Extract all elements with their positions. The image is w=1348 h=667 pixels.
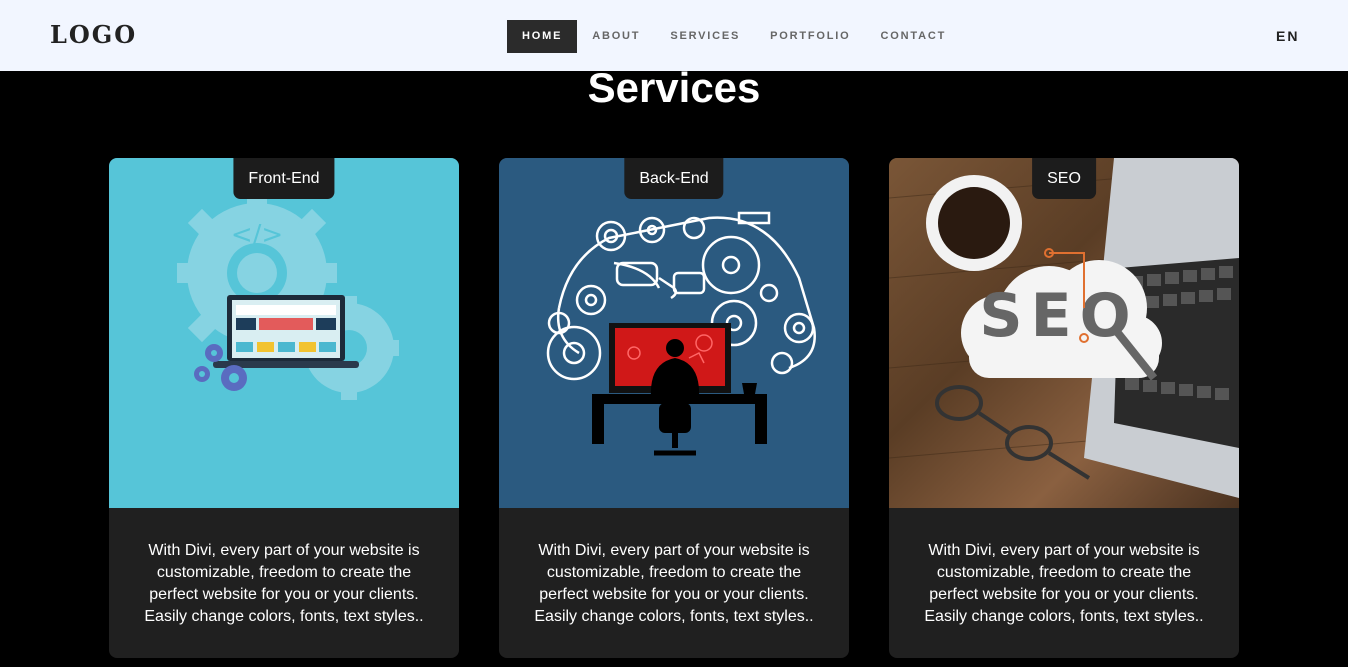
card-label-seo: SEO — [1032, 158, 1096, 199]
front-end-illustration: </> — [109, 158, 459, 508]
service-card-seo[interactable]: SEO SEO With Divi, every part of your we… — [889, 158, 1239, 658]
site-header: LOGO HOME ABOUT SERVICES PORTFOLIO CONTA… — [0, 0, 1348, 71]
main-nav: HOME ABOUT SERVICES PORTFOLIO CONTACT — [507, 20, 961, 53]
nav-item-home[interactable]: HOME — [507, 20, 578, 53]
nav-item-services[interactable]: SERVICES — [655, 20, 755, 53]
svg-text:</>: </> — [231, 220, 283, 250]
nav-item-portfolio[interactable]: PORTFOLIO — [755, 20, 865, 53]
logo[interactable]: LOGO — [50, 20, 137, 49]
section-title: Services — [587, 64, 761, 111]
seo-logo-text: SEO — [979, 281, 1138, 351]
card-label-back-end: Back-End — [624, 158, 724, 199]
nav-item-about[interactable]: ABOUT — [577, 20, 655, 53]
nav-item-contact[interactable]: CONTACT — [866, 20, 962, 53]
card-label-front-end: Front-End — [233, 158, 335, 199]
back-end-illustration — [499, 158, 849, 508]
language-selector[interactable]: EN — [1276, 28, 1299, 44]
card-description: With Divi, every part of your website is… — [924, 542, 1204, 625]
service-card-front-end[interactable]: </> Front-End With Divi, every part of y… — [109, 158, 459, 658]
card-description: With Divi, every part of your website is… — [144, 542, 424, 625]
seo-illustration: SEO — [889, 158, 1239, 508]
service-card-back-end[interactable]: Back-End With Divi, every part of your w… — [499, 158, 849, 658]
card-description: With Divi, every part of your website is… — [534, 542, 814, 625]
